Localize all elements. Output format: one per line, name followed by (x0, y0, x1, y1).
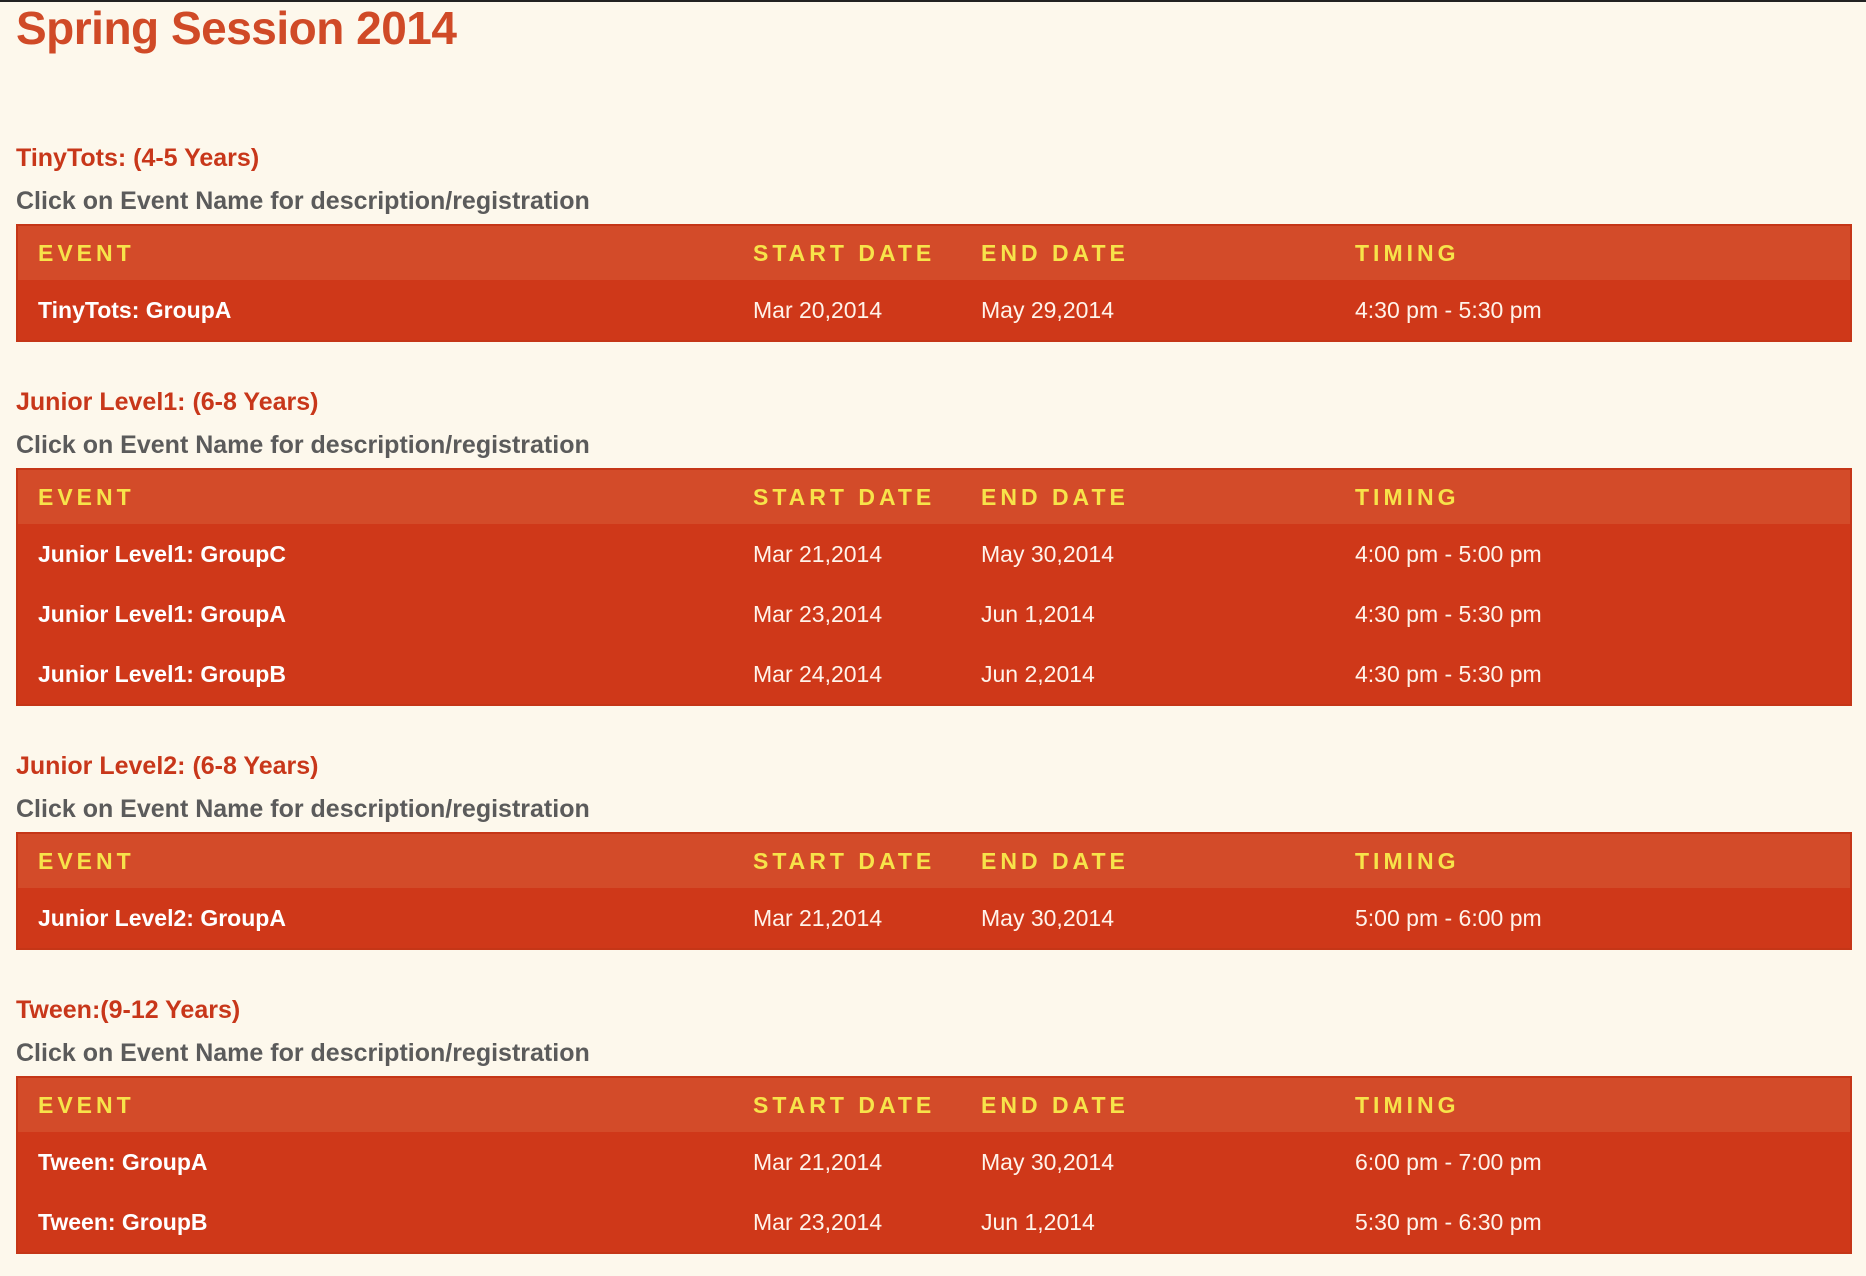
event-section-3: Tween:(9-12 Years) Click on Event Name f… (16, 992, 1866, 1254)
column-header-timing: TIMING (1355, 225, 1851, 280)
section-title: TinyTots: (4-5 Years) (16, 144, 260, 172)
event-section-2: Junior Level2: (6-8 Years) Click on Even… (16, 748, 1866, 950)
event-name-link[interactable]: Junior Level1: GroupC (17, 524, 753, 584)
timing-cell: 4:00 pm - 5:00 pm (1355, 540, 1542, 567)
table-header-row: EVENT START DATE END DATE TIMING (17, 833, 1851, 888)
end-date-cell: May 29,2014 (981, 296, 1114, 323)
start-date-cell: Mar 21,2014 (753, 904, 883, 931)
end-date-cell: Jun 1,2014 (981, 1208, 1095, 1235)
start-date-cell: Mar 21,2014 (753, 1148, 883, 1175)
table-row: Tween: GroupA Mar 21,2014 May 30,2014 6:00 … (17, 1132, 1851, 1192)
column-header-end-date: END DATE (981, 1077, 1355, 1132)
event-name-link[interactable]: Junior Level1: GroupA (17, 584, 753, 644)
section-hint: Click on Event Name for description/regi… (16, 1039, 590, 1067)
events-table: EVENT START DATE END DATE TIMING Junior … (16, 832, 1852, 950)
start-date-cell: Mar 20,2014 (753, 296, 883, 323)
start-date-cell: Mar 21,2014 (753, 540, 883, 567)
start-date-cell: Mar 23,2014 (753, 600, 883, 627)
section-hint: Click on Event Name for description/regi… (16, 431, 590, 459)
events-table: EVENT START DATE END DATE TIMING Tween: … (16, 1076, 1852, 1254)
end-date-cell: Jun 1,2014 (981, 600, 1095, 627)
column-header-start-date: START DATE (753, 1077, 981, 1132)
column-header-end-date: END DATE (981, 833, 1355, 888)
timing-cell: 4:30 pm - 5:30 pm (1355, 296, 1542, 323)
section-hint: Click on Event Name for description/regi… (16, 795, 590, 823)
column-header-end-date: END DATE (981, 469, 1355, 524)
event-name-link[interactable]: TinyTots: GroupA (17, 280, 753, 341)
timing-cell: 4:30 pm - 5:30 pm (1355, 660, 1542, 687)
section-title: Tween:(9-12 Years) (16, 996, 241, 1024)
event-name-link[interactable]: Tween: GroupA (17, 1132, 753, 1192)
event-section-1: Junior Level1: (6-8 Years) Click on Even… (16, 384, 1866, 706)
table-row: Junior Level1: GroupB Mar 24,2014 Jun 2,20… (17, 644, 1851, 705)
column-header-timing: TIMING (1355, 1077, 1851, 1132)
table-header-row: EVENT START DATE END DATE TIMING (17, 1077, 1851, 1132)
table-row: Junior Level1: GroupC Mar 21,2014 May 30,2… (17, 524, 1851, 584)
timing-cell: 5:00 pm - 6:00 pm (1355, 904, 1542, 931)
column-header-start-date: START DATE (753, 833, 981, 888)
events-table: EVENT START DATE END DATE TIMING Junior … (16, 468, 1852, 706)
column-header-start-date: START DATE (753, 225, 981, 280)
table-header-row: EVENT START DATE END DATE TIMING (17, 469, 1851, 524)
page: Spring Session 2014 TinyTots: (4-5 Years… (0, 2, 1866, 1254)
column-header-event: EVENT (17, 469, 753, 524)
table-row: Tween: GroupB Mar 23,2014 Jun 1,2014 5:30 p… (17, 1192, 1851, 1253)
section-hint: Click on Event Name for description/regi… (16, 187, 590, 215)
section-title: Junior Level1: (6-8 Years) (16, 388, 319, 416)
table-row: Junior Level2: GroupA Mar 21,2014 May 30,2… (17, 888, 1851, 949)
column-header-timing: TIMING (1355, 833, 1851, 888)
timing-cell: 4:30 pm - 5:30 pm (1355, 600, 1542, 627)
event-section-0: TinyTots: (4-5 Years) Click on Event Nam… (16, 140, 1866, 342)
column-header-start-date: START DATE (753, 469, 981, 524)
section-title: Junior Level2: (6-8 Years) (16, 752, 319, 780)
column-header-event: EVENT (17, 1077, 753, 1132)
start-date-cell: Mar 23,2014 (753, 1208, 883, 1235)
timing-cell: 5:30 pm - 6:30 pm (1355, 1208, 1542, 1235)
sections-container: TinyTots: (4-5 Years) Click on Event Nam… (16, 140, 1866, 1254)
table-header-row: EVENT START DATE END DATE TIMING (17, 225, 1851, 280)
page-title: Spring Session 2014 (16, 2, 457, 54)
events-table: EVENT START DATE END DATE TIMING TinyTot… (16, 224, 1852, 342)
start-date-cell: Mar 24,2014 (753, 660, 883, 687)
event-name-link[interactable]: Junior Level1: GroupB (17, 644, 753, 705)
column-header-timing: TIMING (1355, 469, 1851, 524)
end-date-cell: May 30,2014 (981, 904, 1114, 931)
table-row: TinyTots: GroupA Mar 20,2014 May 29,2014 4:… (17, 280, 1851, 341)
end-date-cell: Jun 2,2014 (981, 660, 1095, 687)
event-name-link[interactable]: Junior Level2: GroupA (17, 888, 753, 949)
column-header-end-date: END DATE (981, 225, 1355, 280)
end-date-cell: May 30,2014 (981, 540, 1114, 567)
column-header-event: EVENT (17, 833, 753, 888)
timing-cell: 6:00 pm - 7:00 pm (1355, 1148, 1542, 1175)
end-date-cell: May 30,2014 (981, 1148, 1114, 1175)
column-header-event: EVENT (17, 225, 753, 280)
event-name-link[interactable]: Tween: GroupB (17, 1192, 753, 1253)
table-row: Junior Level1: GroupA Mar 23,2014 Jun 1,20… (17, 584, 1851, 644)
